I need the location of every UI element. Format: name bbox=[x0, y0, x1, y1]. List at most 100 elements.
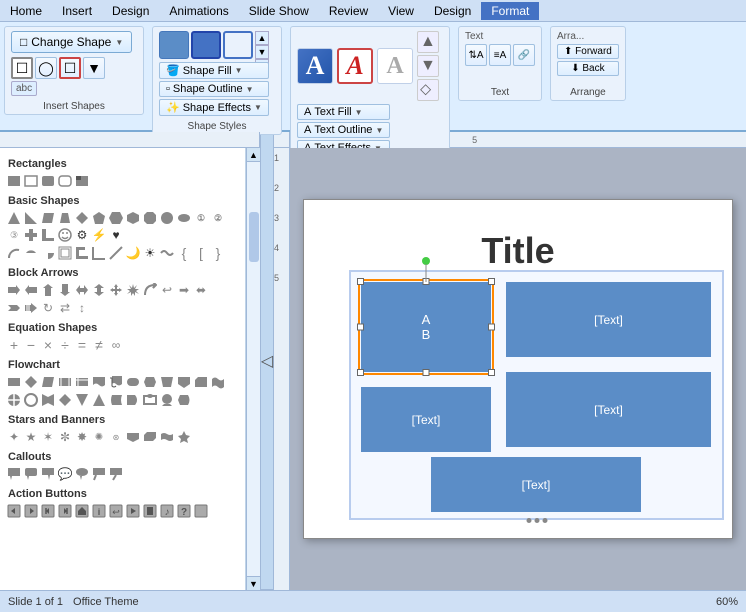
arrange-forward-btn[interactable]: ⬆ Forward bbox=[557, 44, 619, 59]
ab-blank[interactable] bbox=[193, 503, 209, 519]
callout-rect[interactable] bbox=[6, 466, 22, 482]
fc-term[interactable] bbox=[125, 374, 141, 390]
ab-doc[interactable] bbox=[142, 503, 158, 519]
eq-plus[interactable]: + bbox=[6, 337, 22, 353]
shape-pie[interactable] bbox=[40, 245, 56, 261]
shape-num1[interactable]: ① bbox=[193, 210, 209, 226]
shape-outline-btn[interactable]: ▫ Shape Outline ▼ bbox=[159, 81, 269, 97]
fc-prep[interactable] bbox=[142, 374, 158, 390]
ab-back[interactable] bbox=[6, 503, 22, 519]
shape-rect1[interactable] bbox=[6, 173, 22, 189]
ab-end[interactable] bbox=[57, 503, 73, 519]
smartart-box-4[interactable]: [Text] bbox=[506, 372, 711, 447]
arrow-ud[interactable] bbox=[91, 282, 107, 298]
smartart-box-5[interactable]: [Text] bbox=[431, 457, 641, 512]
shape-pentagon[interactable] bbox=[91, 210, 107, 226]
edit-text-btn[interactable]: abc bbox=[11, 81, 37, 96]
shape-circ[interactable] bbox=[159, 210, 175, 226]
arrow-4way[interactable] bbox=[108, 282, 124, 298]
scroll-up-btn[interactable]: ▲ bbox=[247, 148, 260, 162]
ab-help[interactable]: ? bbox=[176, 503, 192, 519]
shape-gear[interactable]: ⚙ bbox=[74, 227, 90, 243]
star-5[interactable]: ★ bbox=[23, 429, 39, 445]
shape-fill-btn[interactable]: 🪣 Shape Fill ▼ bbox=[159, 62, 269, 79]
handle-tr[interactable] bbox=[488, 278, 495, 285]
handle-bm[interactable] bbox=[423, 369, 430, 376]
shape-plus[interactable] bbox=[23, 227, 39, 243]
fc-sequen[interactable] bbox=[142, 392, 158, 408]
ab-info[interactable]: i bbox=[91, 503, 107, 519]
callout-rcorner[interactable] bbox=[23, 466, 39, 482]
eq-neq[interactable]: ≠ bbox=[91, 337, 107, 353]
smartart-box-3[interactable]: [Text] bbox=[361, 387, 491, 452]
shape-effects-btn[interactable]: ✨ Shape Effects ▼ bbox=[159, 99, 269, 116]
shape-trap[interactable] bbox=[57, 210, 73, 226]
menu-home[interactable]: Home bbox=[0, 2, 52, 20]
wordart-a1[interactable]: A bbox=[297, 48, 333, 84]
menu-review[interactable]: Review bbox=[319, 2, 378, 20]
fc-predef[interactable] bbox=[57, 374, 73, 390]
handle-mr[interactable] bbox=[488, 324, 495, 331]
ab-sound[interactable]: ♪ bbox=[159, 503, 175, 519]
handle-br[interactable] bbox=[488, 369, 495, 376]
callout-oval[interactable] bbox=[74, 466, 90, 482]
star-4[interactable]: ✦ bbox=[6, 429, 22, 445]
shape-rtri[interactable] bbox=[23, 210, 39, 226]
fc-storeddata[interactable] bbox=[108, 392, 124, 408]
shape-diamond[interactable] bbox=[74, 210, 90, 226]
arrow-w[interactable]: ↕ bbox=[74, 300, 90, 316]
text-align-btn[interactable]: ≡A bbox=[489, 44, 511, 66]
star-7[interactable]: ✼ bbox=[57, 429, 73, 445]
callout-line2[interactable] bbox=[108, 466, 124, 482]
star-ribbon2[interactable] bbox=[142, 429, 158, 445]
menu-animations[interactable]: Animations bbox=[159, 2, 238, 20]
arrow-loop[interactable]: ↩ bbox=[159, 282, 175, 298]
star-wave-banner[interactable] bbox=[159, 429, 175, 445]
menu-format[interactable]: Format bbox=[481, 2, 539, 20]
callout-cloud[interactable]: 💬 bbox=[57, 466, 73, 482]
shape-style-3[interactable] bbox=[223, 31, 253, 59]
star-ribbon1[interactable] bbox=[125, 429, 141, 445]
wordart-scroll-up[interactable]: ▲ bbox=[417, 31, 439, 53]
shape-arc[interactable] bbox=[6, 245, 22, 261]
resize-dot3[interactable] bbox=[542, 518, 547, 523]
shape-num3[interactable]: ③ bbox=[6, 227, 22, 243]
ab-forward[interactable] bbox=[23, 503, 39, 519]
arrow-circle[interactable]: ↻ bbox=[40, 300, 56, 316]
shape-style-2[interactable] bbox=[191, 31, 221, 59]
panel-collapse-btn[interactable]: ◁ bbox=[260, 132, 274, 590]
arrow-curve[interactable] bbox=[142, 282, 158, 298]
text-outline-btn[interactable]: A Text Outline ▼ bbox=[297, 122, 390, 138]
star-24[interactable]: ⊛ bbox=[108, 429, 124, 445]
fc-internal[interactable] bbox=[74, 374, 90, 390]
wordart-a2[interactable]: A bbox=[337, 48, 373, 84]
fc-display[interactable] bbox=[176, 392, 192, 408]
shape-halfframe[interactable] bbox=[74, 245, 90, 261]
arrow-r[interactable] bbox=[6, 282, 22, 298]
fc-extract[interactable] bbox=[74, 392, 90, 408]
fc-merge[interactable] bbox=[91, 392, 107, 408]
ab-return[interactable]: ↩ bbox=[108, 503, 124, 519]
shape-sun[interactable]: ☀ bbox=[142, 245, 158, 261]
eq-mult[interactable]: × bbox=[40, 337, 56, 353]
shape-chord[interactable] bbox=[23, 245, 39, 261]
fc-magtape[interactable] bbox=[159, 392, 175, 408]
arrange-back-btn[interactable]: ⬇ Back bbox=[557, 61, 619, 76]
arrow-starburst[interactable] bbox=[125, 282, 141, 298]
arrow-double[interactable]: ⬌ bbox=[193, 282, 209, 298]
star-8[interactable]: ✸ bbox=[74, 429, 90, 445]
shape-hex[interactable] bbox=[108, 210, 124, 226]
text-direction-btn[interactable]: ⇅A bbox=[465, 44, 487, 66]
arrow-lr[interactable] bbox=[74, 282, 90, 298]
fc-multidoc[interactable] bbox=[108, 374, 124, 390]
star-16[interactable]: ✺ bbox=[91, 429, 107, 445]
fc-manual[interactable] bbox=[159, 374, 175, 390]
shape-num2[interactable]: ② bbox=[210, 210, 226, 226]
shape-oval-btn[interactable]: ◯ bbox=[35, 57, 57, 79]
eq-div[interactable]: ÷ bbox=[57, 337, 73, 353]
ab-home[interactable] bbox=[74, 503, 90, 519]
menu-slideshow[interactable]: Slide Show bbox=[239, 2, 319, 20]
change-shape-button[interactable]: □ Change Shape ▼ bbox=[11, 31, 132, 53]
menu-design[interactable]: Design bbox=[102, 2, 159, 20]
menu-view[interactable]: View bbox=[378, 2, 424, 20]
